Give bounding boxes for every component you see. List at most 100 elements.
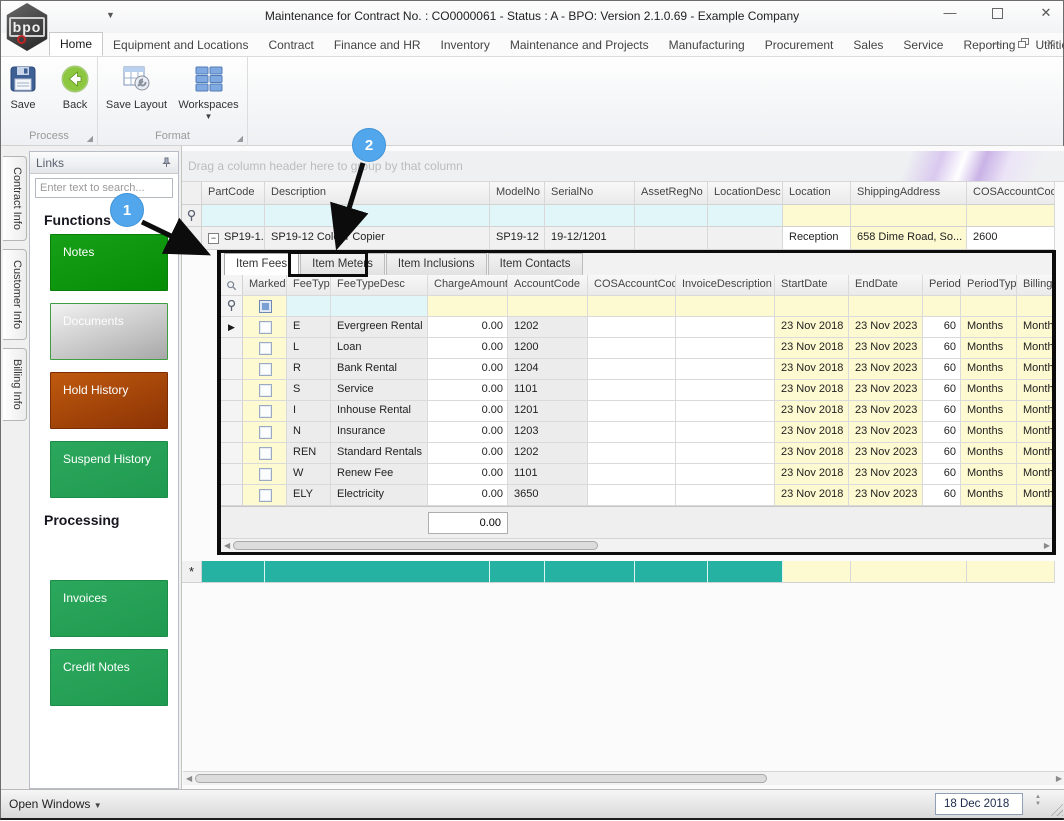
marked-checkbox[interactable]: [259, 468, 272, 481]
open-windows-button[interactable]: Open Windows ▼: [9, 797, 102, 811]
subgrid-filter-cell-cosaccountcode[interactable]: [588, 296, 676, 317]
row-cell-assetregno[interactable]: [635, 227, 708, 250]
filter-cell-serialno[interactable]: [545, 205, 635, 227]
close-button[interactable]: ✕: [1035, 5, 1057, 21]
function-button-notes[interactable]: Notes: [50, 234, 168, 291]
subgrid-cell-chargeamount[interactable]: 0.00: [428, 464, 508, 485]
subgrid-cell-startdate[interactable]: 23 Nov 2018: [775, 401, 849, 422]
subgrid-filter-cell-accountcode[interactable]: [508, 296, 588, 317]
subgrid-row-indicator[interactable]: [221, 443, 243, 464]
new-row-cell-assetregno[interactable]: [635, 561, 708, 583]
ribbon-tab-contract[interactable]: Contract: [258, 34, 323, 56]
subgrid-cell-enddate[interactable]: 23 Nov 2023: [849, 485, 923, 506]
pin-icon[interactable]: [161, 157, 172, 168]
subgrid-cell-periodtype[interactable]: Months: [961, 422, 1017, 443]
subgrid-cell-feetypedesc[interactable]: Loan: [331, 338, 428, 359]
ribbon-tab-manufacturing[interactable]: Manufacturing: [659, 34, 755, 56]
function-button-hold-history[interactable]: Hold History: [50, 372, 168, 429]
new-row-cell-location[interactable]: [783, 561, 851, 583]
back-button[interactable]: Back: [53, 63, 97, 111]
subgrid-cell-cosaccountcode[interactable]: [588, 485, 676, 506]
subgrid-filter-cell-chargeamount[interactable]: [428, 296, 508, 317]
ribbon-tab-equipment-and-locations[interactable]: Equipment and Locations: [103, 34, 258, 56]
marked-checkbox[interactable]: [259, 426, 272, 439]
subgrid-cell-feetypedesc[interactable]: Service: [331, 380, 428, 401]
row-cell-shippingaddress[interactable]: 658 Dime Road, So...: [851, 227, 967, 250]
subgrid-filter-cell-marked[interactable]: [243, 296, 287, 317]
subgrid-cell-period[interactable]: 60: [923, 338, 961, 359]
subgrid-cell-marked[interactable]: [243, 485, 287, 506]
subgrid-cell-periodtype[interactable]: Months: [961, 464, 1017, 485]
subgrid-cell-feetype[interactable]: L: [287, 338, 331, 359]
row-cell-location[interactable]: Reception: [783, 227, 851, 250]
scroll-right-icon[interactable]: ▶: [1056, 774, 1062, 783]
subgrid-cell-invoicedescription[interactable]: [676, 443, 775, 464]
subgrid-tab-item-meters[interactable]: Item Meters: [300, 253, 385, 275]
subgrid-cell-invoicedescription[interactable]: [676, 359, 775, 380]
subgrid-filter-cell-feetypedesc[interactable]: [331, 296, 428, 317]
save-button[interactable]: Save: [1, 63, 45, 111]
subgrid-column-header-enddate[interactable]: EndDate: [849, 275, 923, 296]
side-tab-billing-info[interactable]: Billing Info: [3, 348, 27, 421]
subgrid-cell-period[interactable]: 60: [923, 317, 961, 338]
resize-grip[interactable]: [1049, 802, 1063, 816]
marked-filter-checkbox[interactable]: [259, 300, 272, 313]
filter-cell-cosaccountcode[interactable]: [967, 205, 1055, 227]
subgrid-cell-cosaccountcode[interactable]: [588, 422, 676, 443]
column-header-modelno[interactable]: ModelNo: [490, 182, 545, 205]
subgrid-cell-invoicedescription[interactable]: [676, 464, 775, 485]
subgrid-column-header-feetype[interactable]: FeeType: [287, 275, 331, 296]
subgrid-cell-cosaccountcode[interactable]: [588, 359, 676, 380]
subgrid-cell-billingcycle[interactable]: Monthly: [1017, 422, 1053, 443]
column-header-shippingaddress[interactable]: ShippingAddress: [851, 182, 967, 205]
subgrid-cell-chargeamount[interactable]: 0.00: [428, 338, 508, 359]
subgrid-cell-cosaccountcode[interactable]: [588, 443, 676, 464]
filter-cell-modelno[interactable]: [490, 205, 545, 227]
new-row-cell-serialno[interactable]: [545, 561, 635, 583]
subgrid-cell-billingcycle[interactable]: Monthly: [1017, 359, 1053, 380]
subgrid-filter-cell-period[interactable]: [923, 296, 961, 317]
subgrid-cell-feetype[interactable]: W: [287, 464, 331, 485]
column-header-assetregno[interactable]: AssetRegNo: [635, 182, 708, 205]
subgrid-row-indicator[interactable]: [221, 422, 243, 443]
subgrid-cell-periodtype[interactable]: Months: [961, 401, 1017, 422]
column-header-locationdesc[interactable]: LocationDesc: [708, 182, 783, 205]
subgrid-tab-item-contacts[interactable]: Item Contacts: [487, 253, 583, 275]
subgrid-filter-cell-periodtype[interactable]: [961, 296, 1017, 317]
save-layout-button[interactable]: Save Layout: [105, 63, 169, 121]
subgrid-cell-periodtype[interactable]: Months: [961, 338, 1017, 359]
subgrid-cell-enddate[interactable]: 23 Nov 2023: [849, 338, 923, 359]
subgrid-cell-feetypedesc[interactable]: Renew Fee: [331, 464, 428, 485]
filter-cell-location[interactable]: [783, 205, 851, 227]
subgrid-cell-period[interactable]: 60: [923, 401, 961, 422]
filter-cell-partcode[interactable]: [202, 205, 265, 227]
subgrid-cell-billingcycle[interactable]: Monthly: [1017, 380, 1053, 401]
subgrid-filter-cell-feetype[interactable]: [287, 296, 331, 317]
subgrid-cell-cosaccountcode[interactable]: [588, 464, 676, 485]
subgrid-cell-accountcode[interactable]: 1200: [508, 338, 588, 359]
scroll-left-icon[interactable]: ◀: [186, 774, 192, 783]
marked-checkbox[interactable]: [259, 489, 272, 502]
subgrid-cell-invoicedescription[interactable]: [676, 401, 775, 422]
subgrid-row-indicator[interactable]: ▶: [221, 317, 243, 338]
search-icon[interactable]: [226, 280, 237, 291]
subgrid-cell-billingcycle[interactable]: Monthly: [1017, 464, 1053, 485]
subgrid-cell-periodtype[interactable]: Months: [961, 317, 1017, 338]
subgrid-cell-billingcycle[interactable]: Monthly: [1017, 485, 1053, 506]
function-button-invoices[interactable]: Invoices: [50, 580, 168, 637]
subgrid-cell-accountcode[interactable]: 1201: [508, 401, 588, 422]
ribbon-tab-procurement[interactable]: Procurement: [755, 34, 844, 56]
ribbon-tab-inventory[interactable]: Inventory: [431, 34, 500, 56]
subgrid-cell-enddate[interactable]: 23 Nov 2023: [849, 401, 923, 422]
subgrid-cell-marked[interactable]: [243, 338, 287, 359]
subgrid-cell-startdate[interactable]: 23 Nov 2018: [775, 380, 849, 401]
subgrid-cell-periodtype[interactable]: Months: [961, 443, 1017, 464]
filter-cell-assetregno[interactable]: [635, 205, 708, 227]
ribbon-tab-home[interactable]: Home: [49, 32, 104, 56]
marked-checkbox[interactable]: [259, 363, 272, 376]
dialog-launcher-icon[interactable]: [236, 135, 243, 142]
mdi-minimize-icon[interactable]: —: [991, 38, 1002, 50]
subgrid-cell-billingcycle[interactable]: Monthly: [1017, 401, 1053, 422]
new-row-cell-locationdesc[interactable]: [708, 561, 783, 583]
subgrid-cell-enddate[interactable]: 23 Nov 2023: [849, 317, 923, 338]
